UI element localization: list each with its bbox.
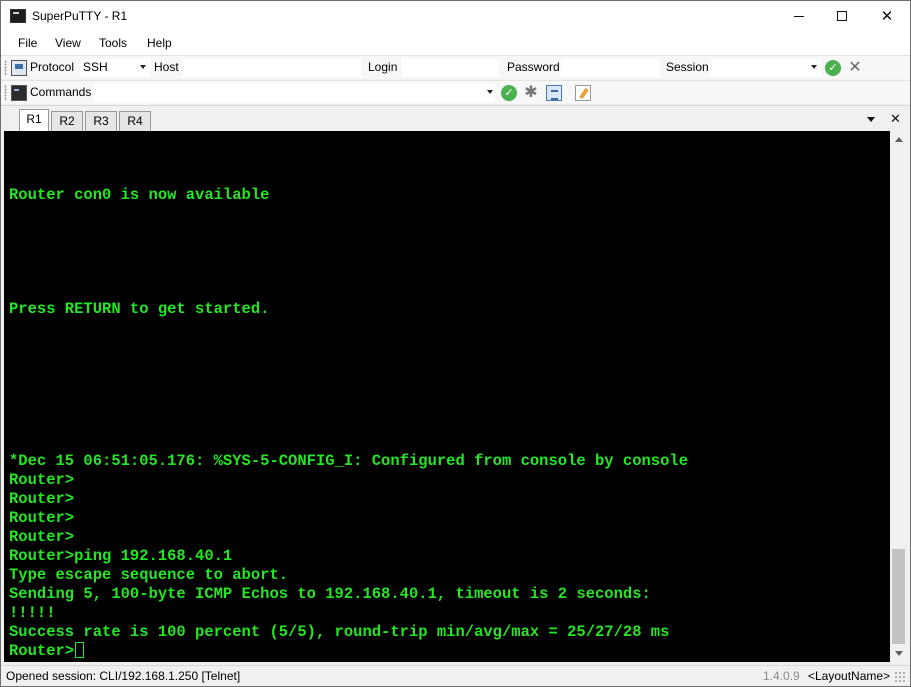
terminal-app-icon [10,9,26,23]
computer-icon [11,60,27,76]
title-bar[interactable]: SuperPuTTY - R1 ✕ [1,1,910,32]
version-text: 1.4.0.9 [763,669,800,683]
minimize-icon [794,15,804,17]
clear-x-icon[interactable]: ✕ [847,60,863,76]
commands-toolbar: Commands ✓ ✱ [1,80,910,104]
layout-name-text[interactable]: <LayoutName> [808,669,890,683]
menu-file[interactable]: File [18,36,37,50]
terminal-line: Router con0 is now available [9,186,270,204]
tab-r2[interactable]: R2 [51,111,83,131]
login-label: Login [368,60,398,74]
scroll-down-button[interactable] [890,645,907,662]
protocol-label: Protocol [30,60,75,74]
password-label: Password [507,60,560,74]
gear-icon[interactable]: ✱ [523,85,539,101]
arrow-down-icon [894,651,903,656]
terminal-line: !!!!! [9,604,56,622]
terminal-line: *Dec 15 06:51:05.176: %SYS-5-CONFIG_I: C… [9,452,689,470]
host-input[interactable] [182,59,362,77]
terminal-output[interactable]: Router con0 is now available Press RETURN… [4,131,890,662]
protocol-value: SSH [83,60,108,74]
console-icon [11,85,27,101]
maximize-button[interactable] [819,1,865,31]
chevron-down-icon[interactable] [140,65,146,69]
toolbar-grip-icon[interactable] [4,60,7,76]
terminal-line: Router> [9,528,75,546]
scrollbar-thumb[interactable] [892,549,905,644]
host-label: Host [154,60,179,74]
window-title: SuperPuTTY - R1 [32,9,128,23]
terminal-line: Router> [9,509,75,527]
close-icon: ✕ [880,8,894,25]
menu-bar: File View Tools Help [1,32,910,55]
tab-close-icon[interactable]: ✕ [890,111,901,127]
session-tab-strip: R1 R2 R3 R4 ✕ [1,105,910,132]
menu-help[interactable]: Help [147,36,172,50]
resize-grip-icon[interactable] [894,671,906,683]
commands-input[interactable] [93,84,495,102]
tab-r4[interactable]: R4 [119,111,151,131]
chevron-down-icon[interactable] [487,90,493,94]
script-icon[interactable] [546,85,562,101]
minimize-button[interactable] [776,1,822,31]
tab-list-chevron-down-icon[interactable] [867,117,875,122]
terminal-line: Type escape sequence to abort. [9,566,289,584]
scroll-up-button[interactable] [890,131,907,148]
terminal-line: Success rate is 100 percent (5/5), round… [9,623,670,641]
tab-r1[interactable]: R1 [19,109,49,132]
chevron-down-icon[interactable] [811,65,817,69]
toolbar-grip-icon[interactable] [4,85,7,101]
terminal-line: Router> [9,490,75,508]
arrow-up-icon [894,137,903,142]
edit-icon[interactable] [575,85,591,101]
session-status-text: Opened session: CLI/192.168.1.250 [Telne… [6,669,241,683]
terminal-line: Press RETURN to get started. [9,300,270,318]
terminal-cursor [75,642,85,658]
terminal-scrollbar[interactable] [890,131,907,662]
tab-r3[interactable]: R3 [85,111,117,131]
menu-tools[interactable]: Tools [99,36,127,50]
commands-label: Commands [30,85,92,99]
maximize-icon [837,11,847,21]
superputty-window: SuperPuTTY - R1 ✕ File View Tools Help P… [0,0,911,687]
terminal-line: Router>ping 192.168.40.1 [9,547,233,565]
status-bar: Opened session: CLI/192.168.1.250 [Telne… [1,665,910,686]
terminal-line: Router> [9,471,75,489]
send-command-check-icon[interactable]: ✓ [501,85,517,101]
connect-check-icon[interactable]: ✓ [825,60,841,76]
terminal-line: Router> [9,642,85,661]
menu-view[interactable]: View [55,36,81,50]
session-label: Session [666,60,709,74]
terminal-line: Sending 5, 100-byte ICMP Echos to 192.16… [9,585,651,603]
session-select[interactable] [711,59,821,77]
password-input[interactable] [561,59,660,77]
login-input[interactable] [402,59,499,77]
close-button[interactable]: ✕ [864,1,910,31]
connection-toolbar: Protocol SSH Host Login Password Session… [1,55,910,79]
